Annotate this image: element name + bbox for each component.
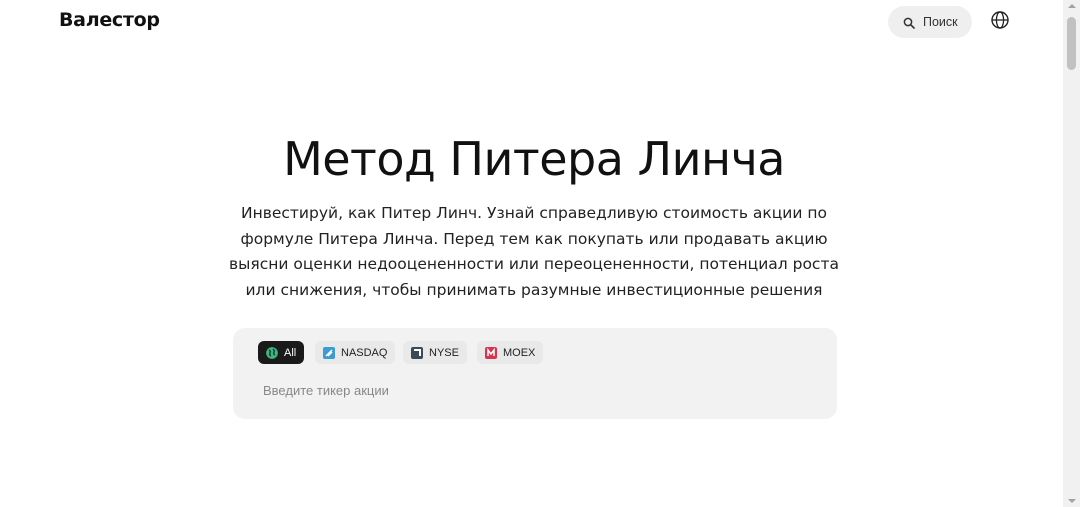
description-line: выясни оценки недооцененности или переоц… <box>229 255 839 273</box>
exchange-chip-nasdaq[interactable]: NASDAQ <box>315 341 396 364</box>
exchange-chip-moex[interactable]: MOEX <box>477 341 544 364</box>
description-line: Инвестируй, как Питер Линч. Узнай справе… <box>240 204 827 222</box>
scroll-up-arrow-icon[interactable] <box>1068 4 1076 8</box>
page-description: Инвестируй, как Питер Линч. Узнай справе… <box>214 201 854 303</box>
nasdaq-icon <box>323 346 335 359</box>
exchange-chip-nyse[interactable]: NYSE <box>403 341 467 364</box>
globe-icon <box>266 346 278 359</box>
exchange-chip-label: NYSE <box>429 346 459 359</box>
search-label: Поиск <box>923 15 958 29</box>
page-scrollbar[interactable] <box>1063 0 1080 507</box>
exchange-chip-label: NASDAQ <box>341 346 388 359</box>
page-title: Метод Питера Линча <box>283 132 785 186</box>
language-switcher-button[interactable] <box>990 10 1010 30</box>
scrollbar-thumb[interactable] <box>1067 17 1076 70</box>
description-line: формуле Питера Линча. Перед тем как поку… <box>240 229 828 248</box>
description-line: или снижения, чтобы принимать разумные и… <box>245 280 823 299</box>
search-icon <box>903 16 915 29</box>
ticker-search-input[interactable] <box>263 378 803 402</box>
scroll-down-arrow-icon[interactable] <box>1068 499 1076 503</box>
search-button[interactable]: Поиск <box>888 6 972 38</box>
exchange-chip-label: All <box>284 346 297 359</box>
moex-icon <box>485 346 497 359</box>
nyse-icon <box>411 346 423 359</box>
exchange-chip-all[interactable]: All <box>258 341 305 364</box>
globe-icon <box>991 11 1009 29</box>
ticker-search-panel: All NASDAQ NYSE MOEX <box>233 328 837 419</box>
site-logo[interactable]: Валестор <box>59 9 160 31</box>
exchange-chip-label: MOEX <box>503 346 536 359</box>
